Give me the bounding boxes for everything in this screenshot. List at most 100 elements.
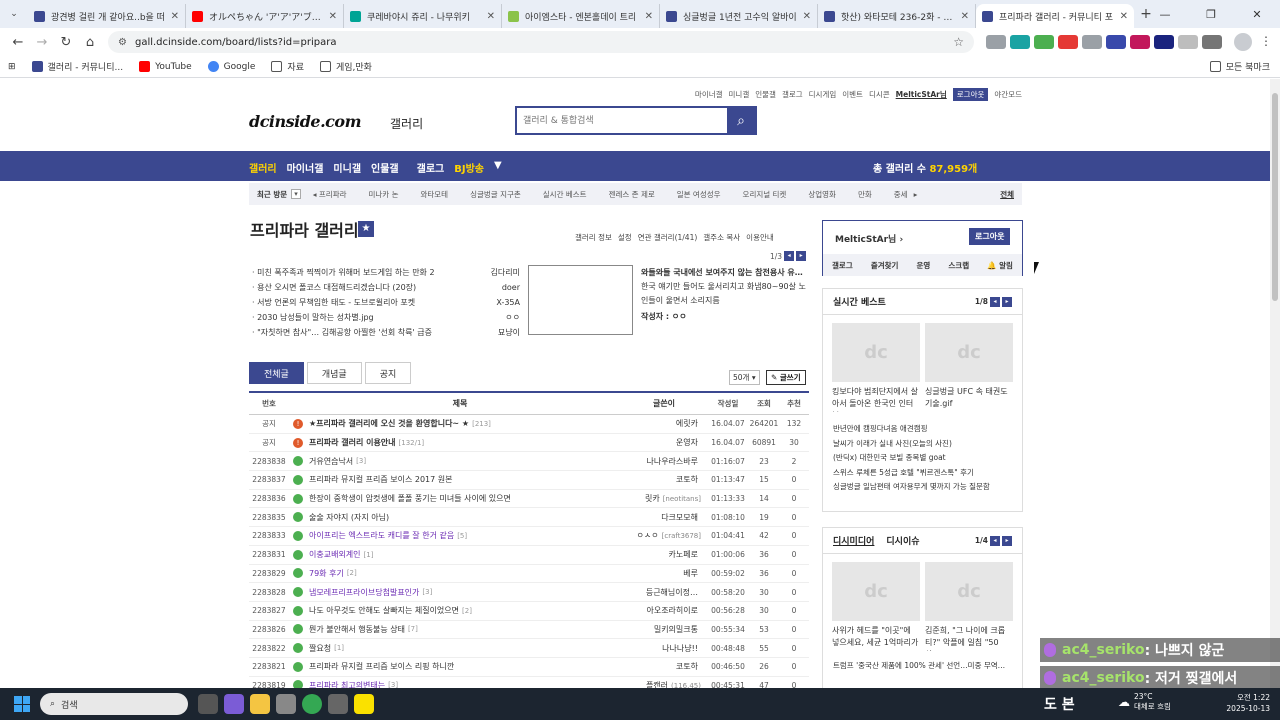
- table-row[interactable]: 2283826 뭔가 불안해서 행동불능 상태 [7] 밀키의밀크통 00:55:34 5…: [249, 621, 809, 640]
- best-list-item[interactable]: (반딕x) 대한민국 보빌 종목별 goat: [833, 451, 1022, 466]
- app-icon[interactable]: [328, 694, 348, 714]
- back-icon[interactable]: ←: [6, 35, 30, 50]
- per-page-select[interactable]: 50개 ▾: [729, 370, 760, 385]
- kakaotalk-icon[interactable]: [354, 694, 374, 714]
- related-gallery-link[interactable]: 연관 갤러리(1/41): [638, 232, 698, 243]
- next-icon[interactable]: ▸: [796, 251, 807, 261]
- post-author[interactable]: 에릿카: [676, 419, 698, 428]
- post-title[interactable]: 냄모레프리프라이브당첨발표인가: [309, 587, 419, 598]
- all-bookmarks[interactable]: 모든 북마크: [1209, 60, 1270, 73]
- post-author[interactable]: 릿카: [645, 494, 660, 503]
- explorer-icon[interactable]: [250, 694, 270, 714]
- gnb-bj[interactable]: BJ방송: [454, 160, 484, 175]
- post-title[interactable]: 프리파라 갤러리 이용안내: [309, 437, 396, 448]
- site-info-icon[interactable]: ⚙: [118, 37, 127, 48]
- scrap-link[interactable]: 스크랩: [948, 260, 969, 271]
- extension-icon[interactable]: [1058, 35, 1078, 49]
- site-logo[interactable]: dcinside.com: [249, 112, 362, 131]
- toplink[interactable]: 디시콘: [869, 89, 890, 100]
- media-caption[interactable]: 김준희, "그 나이에 크롭티?" 악플에 일침 "50살…: [925, 625, 1013, 651]
- tab-close-icon[interactable]: ✕: [487, 11, 495, 22]
- side-user-name[interactable]: MelticStAr님 ›: [835, 232, 903, 245]
- puzzle-icon[interactable]: [1202, 35, 1222, 49]
- logout-button[interactable]: 로그아웃: [952, 88, 989, 101]
- browser-tab[interactable]: 싱글벙글 1년전 고수익 알바이 ✕: [660, 4, 818, 28]
- recent-item[interactable]: 와타모테: [420, 189, 448, 200]
- comment-count[interactable]: [7]: [408, 625, 418, 633]
- post-title[interactable]: ★프리파라 갤러리에 오신 것을 환영합니다~ ★: [309, 418, 469, 429]
- logo-sub[interactable]: 갤러리: [390, 115, 423, 132]
- post-author[interactable]: 카노페로: [669, 550, 698, 559]
- recent-item[interactable]: 실시간 베스트: [543, 189, 587, 200]
- comment-count[interactable]: [213]: [472, 420, 491, 428]
- toplink[interactable]: 인물갤: [755, 89, 776, 100]
- gnb-mini[interactable]: 미니갤: [333, 160, 361, 175]
- copy-address-link[interactable]: 갤주소 복사: [703, 232, 740, 243]
- browser-tab[interactable]: 쿠레바야시 쥬리 - 나무위키 ✕: [344, 4, 502, 28]
- tab-close-icon[interactable]: ✕: [803, 11, 811, 22]
- post-title[interactable]: 짤요청: [309, 643, 331, 654]
- darkmode-toggle[interactable]: 야간모드: [994, 89, 1022, 100]
- windows-start-icon[interactable]: [14, 696, 30, 712]
- weather-widget[interactable]: ☁ 23°C 대체로 흐림: [1118, 692, 1171, 712]
- issue-item[interactable]: · 서방 언론의 무책임한 태도 - 도브로윌리아 포켓 X-35A: [252, 295, 520, 310]
- extension-icon[interactable]: [1178, 35, 1198, 49]
- best-caption[interactable]: 킹보다야 범죄단지에서 살아서 돌아온 한국인 인터뷰: [832, 386, 920, 412]
- recent-item[interactable]: 상업영화: [808, 189, 836, 200]
- extension-icon[interactable]: [1010, 35, 1030, 49]
- post-author[interactable]: 운영자: [676, 438, 698, 447]
- post-title[interactable]: 프리파라 뮤지컬 프리즘 보이스 2017 원본: [309, 474, 452, 485]
- table-row[interactable]: 2283822 짤요청 [1] 나나나냥!! 00:48:48 55 0: [249, 639, 809, 658]
- media-list-item[interactable]: 트럼프 '중국산 제품에 100% 관세' 선언…미중 무역…: [833, 659, 1022, 674]
- issue-item[interactable]: · 용산 오시면 폴코스 대접해드리겠습니다 (20장) doer: [252, 280, 520, 295]
- menu-icon[interactable]: ⋮: [1260, 34, 1272, 48]
- post-title[interactable]: 뭔가 불안해서 행동불능 상태: [309, 624, 405, 635]
- guide-link[interactable]: 이용안내: [746, 232, 774, 243]
- table-row[interactable]: 2283827 나도 아무것도 안해도 살빠지는 체질이었으면 [2] 아오조라히이로…: [249, 602, 809, 621]
- table-row[interactable]: 2283821 프리파라 뮤지컬 프리즘 보이스 리핑 하니깐 코토하 00:46:5…: [249, 658, 809, 677]
- toplink[interactable]: 이벤트: [842, 89, 863, 100]
- forward-icon[interactable]: →: [30, 35, 54, 50]
- gallog-link[interactable]: 갤로그: [832, 260, 853, 271]
- table-row[interactable]: 2283836 한장이 중학생이 압컷생에 폴폴 풍기는 미녀들 사이에 있으면 릿…: [249, 490, 809, 509]
- post-author[interactable]: ㅇㅅㅇ: [637, 531, 659, 540]
- feature-thumbnail[interactable]: [528, 265, 633, 335]
- gnb-gallog[interactable]: 갤로그: [417, 160, 445, 175]
- post-author[interactable]: 다크모모해: [661, 513, 698, 522]
- table-row[interactable]: 공지! 프리파라 갤러리 이용안내 [132/1] 운영자 16.04.07 60891 3…: [249, 434, 809, 453]
- recent-item[interactable]: ◂ 프리파라: [313, 189, 347, 200]
- tab-close-icon[interactable]: ✕: [961, 11, 969, 22]
- media-caption[interactable]: 사위가 헤드를 "이곳"에 넣으세요, 세균 1억마리가 …: [832, 625, 920, 651]
- post-title[interactable]: 이충교배외계인: [309, 549, 361, 560]
- best-thumbnail[interactable]: dc: [832, 323, 920, 382]
- comment-count[interactable]: [1]: [364, 551, 374, 559]
- issue-item[interactable]: · 2030 남성들이 말하는 성차별.jpg ㅇㅇ: [252, 310, 520, 325]
- best-list-item[interactable]: 반년만에 캠핑다녀옴 애견캠핑: [833, 422, 1022, 437]
- recent-item[interactable]: 일본 여성성우: [677, 189, 721, 200]
- recent-item[interactable]: 싱글벙글 지구촌: [470, 189, 521, 200]
- favorites-link[interactable]: 즐겨찾기: [871, 260, 899, 271]
- media-tab[interactable]: 디시미디어: [833, 534, 874, 547]
- post-author[interactable]: 베루: [683, 569, 698, 578]
- gallery-info-link[interactable]: 갤러리 정보: [575, 232, 612, 243]
- recent-item[interactable]: 만화: [858, 189, 872, 200]
- recent-next-icon[interactable]: ▸: [914, 190, 918, 199]
- minimize-icon[interactable]: —: [1142, 8, 1188, 21]
- extension-icon[interactable]: [1082, 35, 1102, 49]
- media-thumbnail[interactable]: dc: [832, 562, 920, 621]
- bookmark-google[interactable]: Google: [207, 61, 255, 72]
- table-row[interactable]: 2283833 아이프리는 엑스트라도 캐디를 잘 한거 같음 [5] ㅇㅅㅇ [cra…: [249, 527, 809, 546]
- table-row[interactable]: 2283838 거유연습낙서 [3] 나나우라스바루 01:16:07 23 2: [249, 452, 809, 472]
- tab-close-icon[interactable]: ✕: [645, 11, 653, 22]
- home-icon[interactable]: ⌂: [78, 35, 102, 50]
- post-author[interactable]: 코토하: [676, 662, 698, 671]
- post-author[interactable]: 코토하: [676, 475, 698, 484]
- issue-item[interactable]: · 미친 폭주족과 찍찍이가 위해머 보드게임 하는 만화 2 김다리미: [252, 265, 520, 280]
- post-title[interactable]: 79화 후기: [309, 568, 344, 579]
- browser-tab[interactable]: オルペちゃん 'ア'ア'ア'ブロキシ動✕: [186, 4, 344, 28]
- comment-count[interactable]: [5]: [457, 532, 467, 540]
- post-author[interactable]: 나나나냥!!: [662, 644, 698, 653]
- tab-notice[interactable]: 공지: [364, 362, 412, 384]
- tab-all[interactable]: 전체글: [249, 362, 304, 384]
- prev-icon[interactable]: ◂: [990, 296, 1000, 307]
